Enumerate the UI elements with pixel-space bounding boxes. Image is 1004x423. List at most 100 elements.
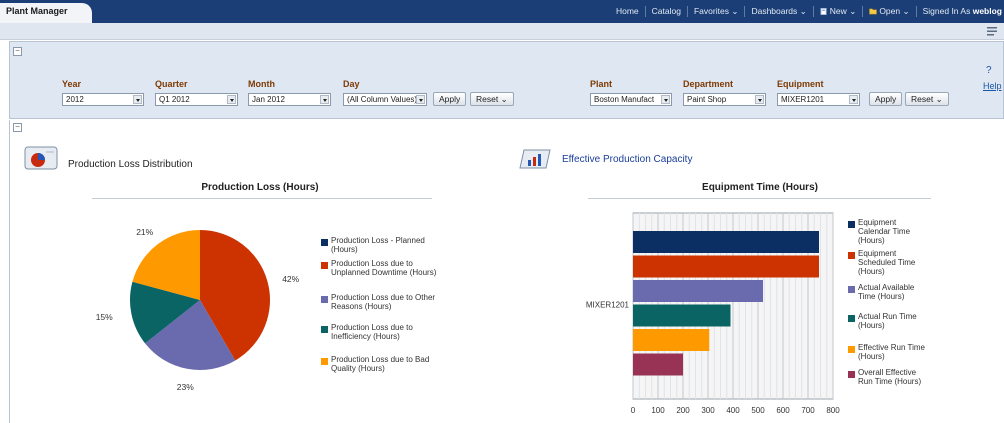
help-link[interactable]: Help — [983, 81, 1002, 91]
legend-swatch — [321, 358, 328, 365]
bar-legend-item[interactable]: Effective Run Time (Hours) — [848, 343, 930, 361]
new-document-icon — [820, 8, 827, 15]
legend-label: Actual Available Time (Hours) — [858, 283, 915, 301]
year-value: 2012 — [66, 95, 84, 104]
chevron-down-icon: ⌄ — [935, 94, 943, 104]
nav-favorites-menu[interactable]: Favorites ⌄ — [688, 6, 746, 17]
plant-value: Boston Manufact — [594, 95, 655, 104]
bar[interactable] — [633, 280, 763, 302]
legend-swatch — [848, 315, 855, 322]
apply-button-right[interactable]: Apply — [869, 92, 903, 106]
app-title-tab[interactable]: Plant Manager — [0, 3, 92, 23]
signed-in-label: Signed In As — [922, 6, 971, 16]
nav-new-menu[interactable]: New ⌄ — [814, 6, 864, 17]
legend-swatch — [848, 252, 855, 259]
equipment-select[interactable]: MIXER1201 — [777, 93, 860, 106]
bar[interactable] — [633, 353, 683, 376]
page-options-icon[interactable] — [986, 26, 998, 37]
bar-legend-item[interactable]: Actual Available Time (Hours) — [848, 283, 930, 301]
bar[interactable] — [633, 304, 731, 327]
legend-label: Production Loss due to Bad Quality (Hour… — [331, 355, 430, 373]
reset-button-left[interactable]: Reset ⌄ — [470, 92, 514, 106]
department-value: Paint Shop — [687, 95, 727, 104]
quarter-value: Q1 2012 — [159, 95, 190, 104]
pie-slice-label: 21% — [136, 226, 154, 237]
equipment-value: MIXER1201 — [781, 95, 825, 104]
pie-slice-label: 42% — [282, 273, 300, 284]
bar-legend-item[interactable]: Overall Effective Run Time (Hours) — [848, 368, 930, 386]
pie-legend-item[interactable]: Production Loss due to Bad Quality (Hour… — [321, 355, 439, 373]
chevron-down-icon: ⌄ — [799, 6, 807, 16]
collapse-section-icon[interactable]: − — [13, 123, 22, 132]
bar-chart: 0 100 200 300 400 500 600 700 800 MIXER1201 — [586, 212, 840, 415]
x-tick-label: 700 — [801, 406, 815, 415]
section-title-production-loss: Production Loss Distribution — [68, 159, 193, 170]
pie-legend-item[interactable]: Production Loss due to Inefficiency (Hou… — [321, 323, 439, 341]
bar[interactable] — [633, 329, 710, 351]
legend-swatch — [848, 221, 855, 228]
bar-chart-title: Equipment Time (Hours) — [702, 182, 818, 193]
pie-legend-item[interactable]: Production Loss due to Other Reasons (Ho… — [321, 293, 439, 311]
day-label: Day — [343, 79, 360, 89]
global-nav: Home Catalog Favorites ⌄ Dashboards ⌄ Ne… — [610, 0, 1004, 23]
legend-label: Overall Effective Run Time (Hours) — [858, 368, 922, 386]
nav-home-link[interactable]: Home — [610, 6, 646, 17]
app-title: Plant Manager — [6, 6, 68, 16]
pie-chart-title: Production Loss (Hours) — [201, 182, 319, 193]
quarter-select[interactable]: Q1 2012 — [155, 93, 238, 106]
dashboard-content: − Production Loss Distribution Productio… — [9, 120, 1004, 423]
dropdown-arrow-icon — [133, 95, 142, 104]
day-select[interactable]: (All Column Values) — [343, 93, 427, 106]
help-icon[interactable]: ? — [986, 65, 992, 76]
pie-chart-icon — [24, 146, 58, 170]
legend-swatch — [848, 286, 855, 293]
year-select[interactable]: 2012 — [62, 93, 144, 106]
x-tick-label: 800 — [826, 406, 840, 415]
bar-chart-icon — [519, 149, 551, 169]
legend-label: Production Loss due to Other Reasons (Ho… — [331, 293, 436, 311]
apply-button-left[interactable]: Apply — [433, 92, 467, 106]
month-label: Month — [248, 79, 275, 89]
chevron-down-icon: ⌄ — [902, 6, 910, 16]
nav-favorites-label: Favorites — [693, 6, 729, 16]
legend-label: Equipment Scheduled Time (Hours) — [858, 249, 916, 276]
nav-catalog-link[interactable]: Catalog — [646, 6, 688, 17]
bar[interactable] — [633, 231, 819, 253]
chevron-down-icon: ⌄ — [849, 6, 857, 16]
bar-legend-item[interactable]: Equipment Scheduled Time (Hours) — [848, 249, 930, 276]
folder-icon — [869, 8, 878, 15]
signed-in-info: Signed In As weblog — [917, 6, 1004, 17]
plant-label: Plant — [590, 79, 613, 89]
nav-open-menu[interactable]: Open ⌄ — [863, 6, 917, 17]
pie-legend-item[interactable]: Production Loss due to Unplanned Downtim… — [321, 259, 439, 277]
pie-title-divider — [92, 198, 432, 199]
pie-legend-item[interactable]: Production Loss - Planned (Hours) — [321, 236, 439, 254]
nav-open-label: Open — [879, 6, 901, 16]
user-name-menu[interactable]: weblog — [973, 6, 1002, 16]
category-label: MIXER1201 — [586, 301, 630, 310]
collapse-prompts-icon[interactable]: − — [13, 47, 22, 56]
bar[interactable] — [633, 255, 819, 278]
dropdown-arrow-icon — [320, 95, 329, 104]
reset-label: Reset — [911, 94, 934, 104]
legend-swatch — [848, 346, 855, 353]
section-title-capacity: Effective Production Capacity — [562, 154, 693, 165]
dashboard-prompts: − Year 2012 Quarter Q1 2012 Month Jan 20… — [9, 41, 1004, 119]
chevron-down-icon: ⌄ — [731, 6, 739, 16]
bar-title-divider — [588, 198, 931, 199]
month-select[interactable]: Jan 2012 — [248, 93, 331, 106]
legend-swatch — [321, 296, 328, 303]
quarter-label: Quarter — [155, 79, 188, 89]
legend-swatch — [321, 326, 328, 333]
department-select[interactable]: Paint Shop — [683, 93, 766, 106]
dropdown-arrow-icon — [849, 95, 858, 104]
reset-label: Reset — [476, 94, 499, 104]
bar-legend-item[interactable]: Equipment Calendar Time (Hours) — [848, 218, 930, 245]
nav-dashboards-menu[interactable]: Dashboards ⌄ — [745, 6, 814, 17]
plant-select[interactable]: Boston Manufact — [590, 93, 672, 106]
bar-legend-item[interactable]: Actual Run Time (Hours) — [848, 312, 930, 330]
global-header: Plant Manager Home Catalog Favorites ⌄ D… — [0, 0, 1004, 23]
x-tick-label: 600 — [776, 406, 790, 415]
reset-button-right[interactable]: Reset ⌄ — [905, 92, 949, 106]
legend-label: Actual Run Time (Hours) — [858, 312, 917, 330]
